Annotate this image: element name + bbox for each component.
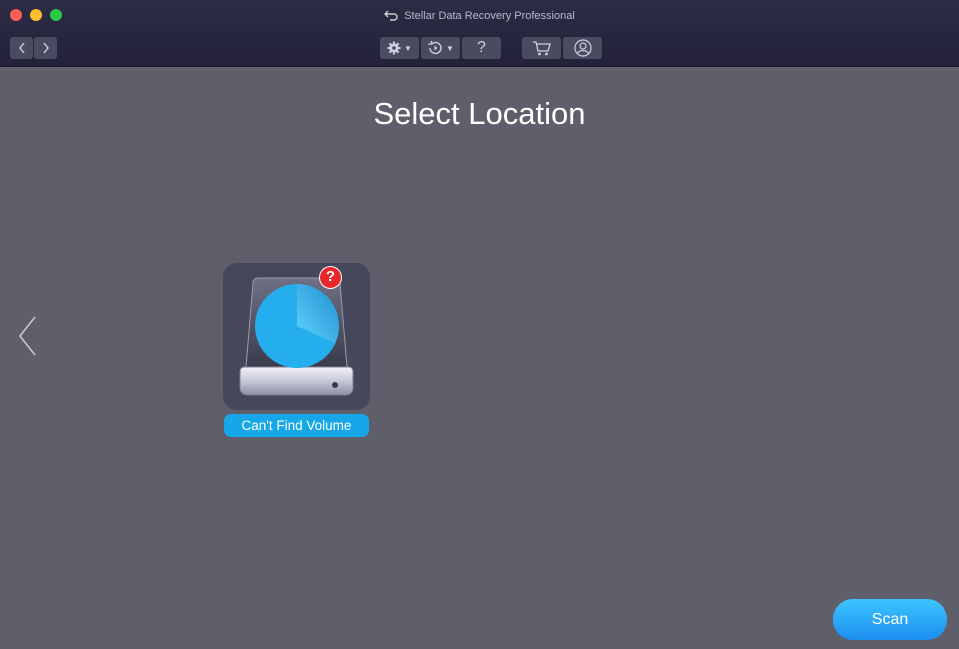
scan-button[interactable]: Scan bbox=[833, 599, 947, 640]
chevron-right-icon bbox=[42, 42, 49, 54]
volume-tile[interactable] bbox=[223, 263, 370, 410]
chevron-down-icon: ▼ bbox=[404, 43, 412, 53]
forward-button[interactable] bbox=[34, 37, 57, 59]
chevron-left-icon bbox=[18, 42, 25, 54]
chevron-down-icon: ▼ bbox=[446, 43, 454, 53]
undo-arrow-icon bbox=[384, 9, 398, 24]
hard-drive-icon bbox=[239, 277, 354, 396]
account-button[interactable] bbox=[563, 37, 602, 59]
previous-page-arrow[interactable] bbox=[16, 315, 38, 362]
settings-button[interactable]: ▼ bbox=[380, 37, 419, 59]
volume-label[interactable]: Can't Find Volume bbox=[224, 414, 369, 437]
chevron-left-icon bbox=[18, 316, 36, 356]
cart-button[interactable] bbox=[522, 37, 561, 59]
user-icon bbox=[573, 39, 592, 57]
help-icon: ? bbox=[477, 39, 486, 56]
help-button[interactable]: ? bbox=[462, 37, 501, 59]
window-title-text: Stellar Data Recovery Professional bbox=[404, 10, 575, 22]
unknown-status-badge: ? bbox=[319, 266, 342, 289]
history-button[interactable]: ▼ bbox=[421, 37, 460, 59]
clock-history-icon bbox=[428, 41, 442, 55]
back-button[interactable] bbox=[10, 37, 33, 59]
page-title: Select Location bbox=[373, 96, 586, 131]
window-title: Stellar Data Recovery Professional bbox=[0, 9, 959, 24]
title-bar: Stellar Data Recovery Professional ▼ ▼ ? bbox=[0, 0, 959, 67]
cart-icon bbox=[532, 41, 551, 56]
gear-icon bbox=[387, 41, 401, 55]
